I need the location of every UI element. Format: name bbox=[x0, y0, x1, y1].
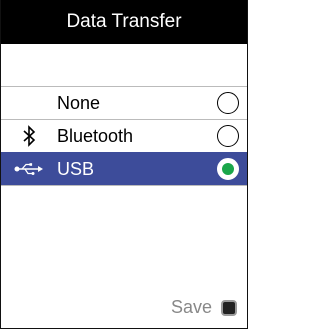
radio-selected-dot bbox=[222, 163, 234, 175]
save-label: Save bbox=[170, 297, 212, 317]
bluetooth-icon bbox=[1, 125, 57, 147]
option-none[interactable]: None bbox=[1, 86, 247, 119]
footer: Save bbox=[171, 297, 237, 318]
radio-usb[interactable] bbox=[217, 158, 239, 180]
option-bluetooth[interactable]: Bluetooth bbox=[1, 119, 247, 152]
option-usb[interactable]: USB bbox=[1, 152, 247, 186]
radio-bluetooth[interactable] bbox=[217, 125, 239, 147]
radio-none[interactable] bbox=[217, 92, 239, 114]
usb-icon bbox=[1, 162, 57, 176]
softkey-icon[interactable] bbox=[221, 299, 237, 316]
data-transfer-screen: Data Transfer None Bluetooth USB Save bbox=[0, 0, 248, 329]
page-title: Data Transfer bbox=[1, 0, 247, 44]
transfer-options-list: None Bluetooth USB bbox=[1, 86, 247, 186]
